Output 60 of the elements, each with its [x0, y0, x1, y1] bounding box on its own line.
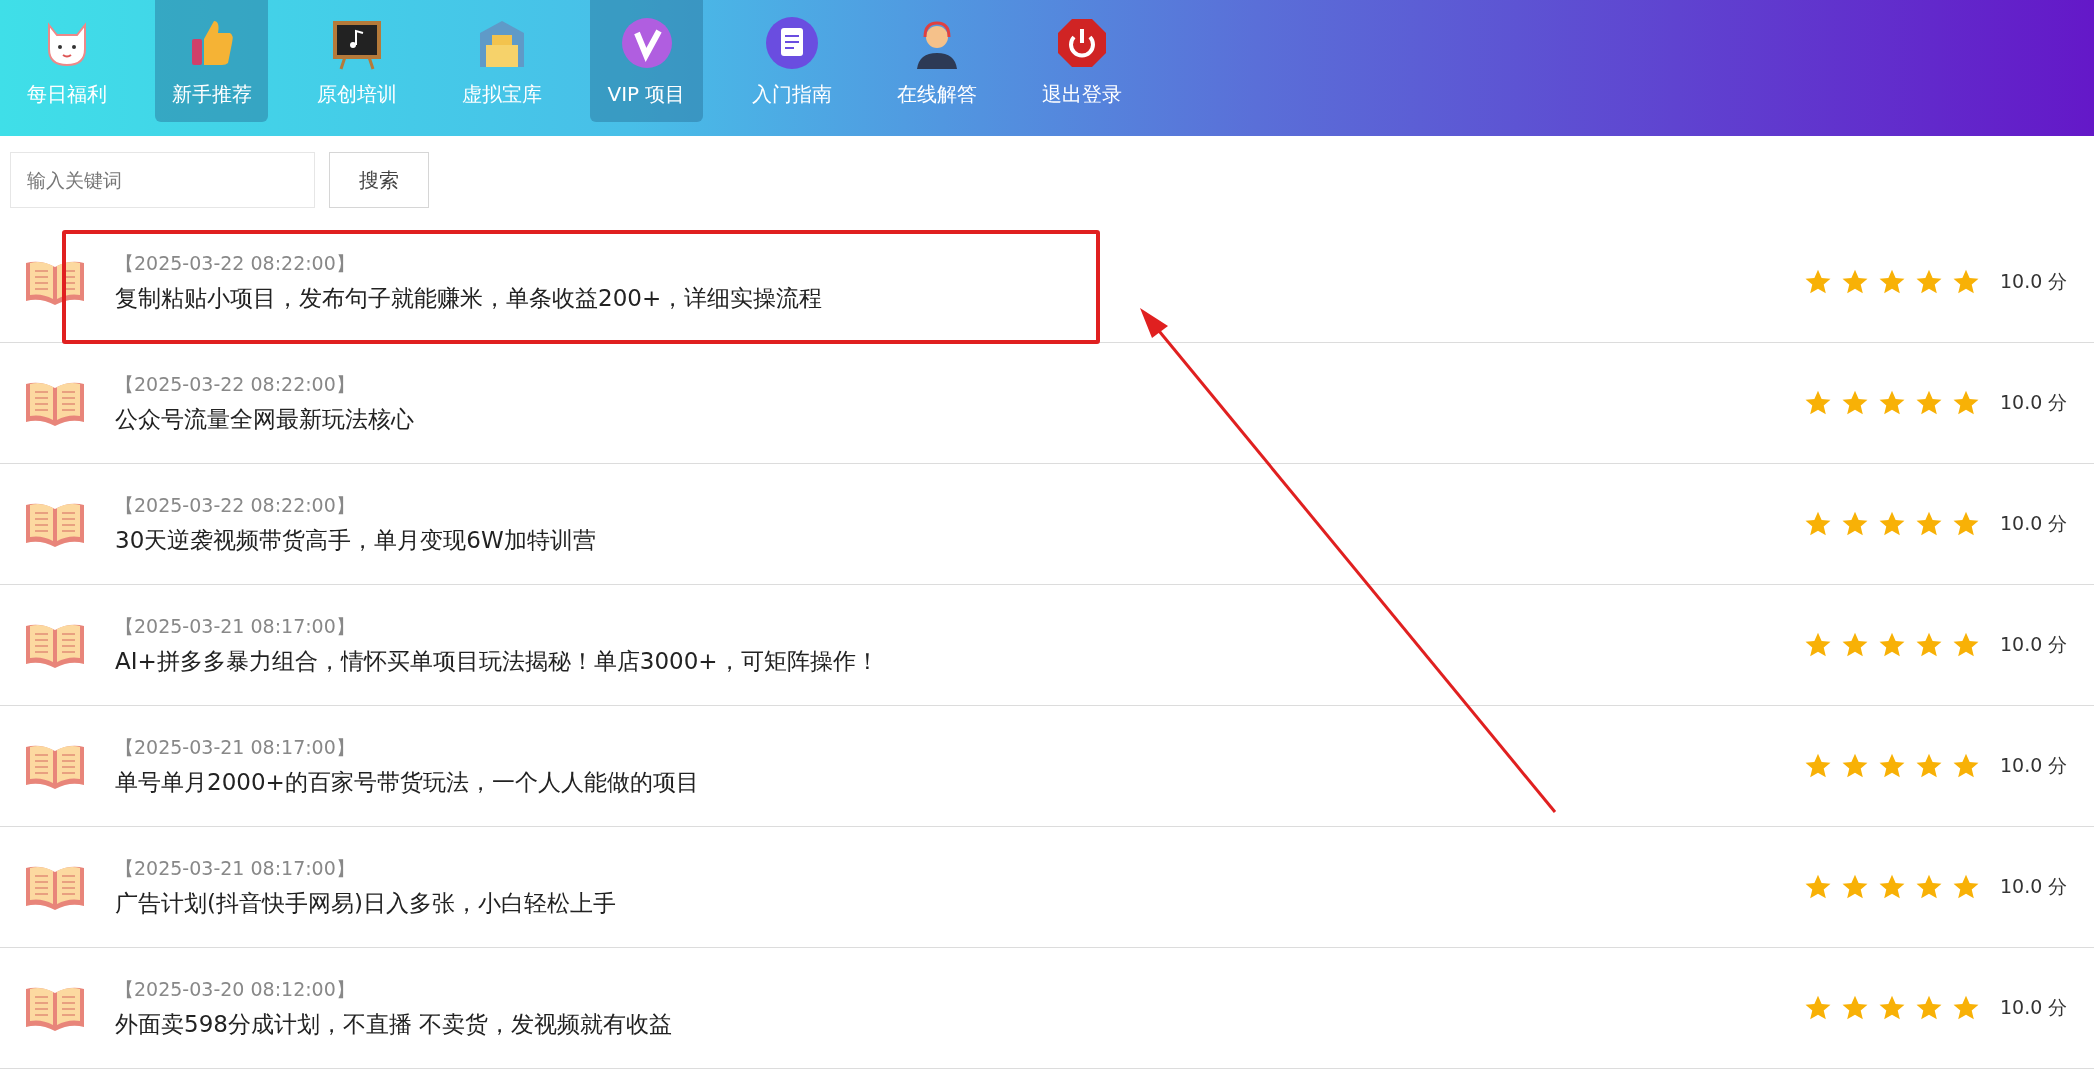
- publish-date: 【2025-03-22 08:22:00】: [115, 250, 356, 276]
- rating-score: 10.0 分: [2000, 995, 2069, 1020]
- rating-score: 10.0 分: [2000, 511, 2069, 536]
- star-icon: [1804, 631, 1832, 659]
- article-title-link[interactable]: 广告计划(抖音快手网易)日入多张，小白轻松上手: [115, 887, 1804, 919]
- star-icon: [1878, 873, 1906, 901]
- star-icon: [1952, 268, 1980, 296]
- star-icon: [1915, 510, 1943, 538]
- star-icon: [1841, 752, 1869, 780]
- article-title-link[interactable]: 外面卖598分成计划，不直播 不卖货，发视频就有收益: [115, 1008, 1804, 1040]
- article-title-link[interactable]: 单号单月2000+的百家号带货玩法，一个人人能做的项目: [115, 766, 1804, 798]
- star-icon: [1841, 873, 1869, 901]
- rating-score: 10.0 分: [2000, 269, 2069, 294]
- star-icon: [1915, 994, 1943, 1022]
- rating-score: 10.0 分: [2000, 874, 2069, 899]
- star-icon: [1878, 389, 1906, 417]
- star-icon: [1841, 994, 1869, 1022]
- publish-date: 【2025-03-21 08:17:00】: [115, 855, 356, 881]
- article-title-link[interactable]: 30天逆袭视频带货高手，单月变现6W加特训营: [115, 524, 1804, 556]
- star-icon: [1878, 268, 1906, 296]
- star-icon: [1804, 994, 1832, 1022]
- star-icon: [1952, 873, 1980, 901]
- star-icon: [1952, 389, 1980, 417]
- publish-date: 【2025-03-21 08:17:00】: [115, 613, 356, 639]
- star-icon: [1878, 752, 1906, 780]
- publish-date: 【2025-03-22 08:22:00】: [115, 371, 356, 397]
- keyword-input-field[interactable]: 输入关键词: [10, 152, 315, 208]
- article-title-link[interactable]: AI+拼多多暴力组合，情怀买单项目玩法揭秘！单店3000+，可矩阵操作！: [115, 645, 1804, 677]
- star-icon: [1804, 389, 1832, 417]
- star-icon: [1841, 510, 1869, 538]
- star-icon: [1878, 510, 1906, 538]
- star-icon: [1952, 994, 1980, 1022]
- star-icon: [1841, 631, 1869, 659]
- star-icon: [1878, 994, 1906, 1022]
- rating-score: 10.0 分: [2000, 753, 2069, 778]
- star-icon: [1952, 631, 1980, 659]
- star-icon: [1952, 752, 1980, 780]
- article-title-link[interactable]: 复制粘贴小项目，发布句子就能赚米，单条收益200+，详细实操流程: [115, 282, 1804, 314]
- star-icon: [1804, 268, 1832, 296]
- star-icon: [1915, 752, 1943, 780]
- star-icon: [1804, 873, 1832, 901]
- nav-item[interactable]: 退出登录: [1025, 0, 1138, 122]
- publish-date: 【2025-03-22 08:22:00】: [115, 492, 356, 518]
- star-icon: [1841, 389, 1869, 417]
- star-icon: [1915, 631, 1943, 659]
- search-button[interactable]: 搜索: [329, 152, 429, 208]
- star-icon: [1915, 873, 1943, 901]
- article-title-link[interactable]: 公众号流量全网最新玩法核心: [115, 403, 1804, 435]
- publish-date: 【2025-03-20 08:12:00】: [115, 976, 356, 1002]
- star-icon: [1804, 510, 1832, 538]
- star-icon: [1804, 752, 1832, 780]
- star-icon: [1915, 268, 1943, 296]
- rating-score: 10.0 分: [2000, 390, 2069, 415]
- document-icon: [763, 15, 820, 71]
- rating-score: 10.0 分: [2000, 632, 2069, 657]
- star-icon: [1878, 631, 1906, 659]
- star-icon: [1915, 389, 1943, 417]
- star-icon: [1841, 268, 1869, 296]
- star-icon: [1952, 510, 1980, 538]
- publish-date: 【2025-03-21 08:17:00】: [115, 734, 356, 760]
